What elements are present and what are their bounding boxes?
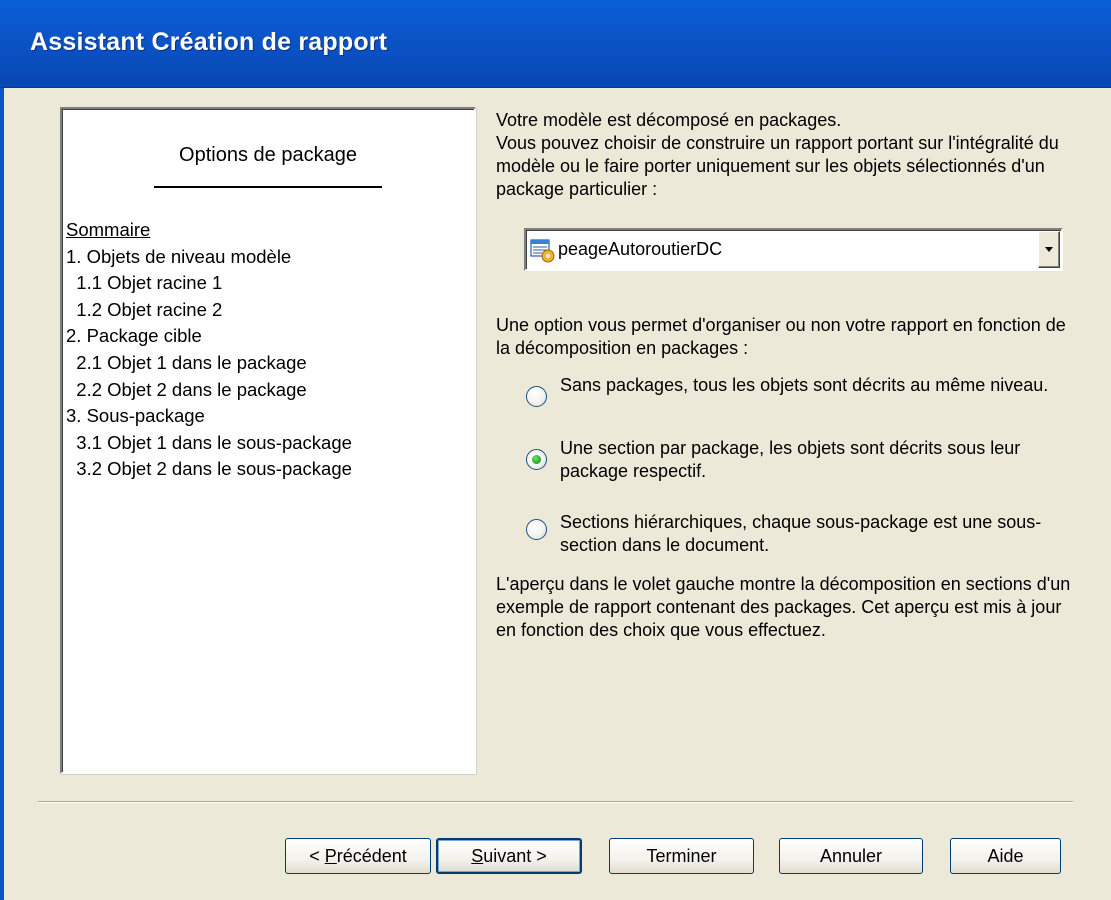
option-intro-text: Une option vous permet d'organiser ou no… <box>496 315 1066 358</box>
radio-button-selected[interactable] <box>526 449 547 470</box>
radio-button[interactable] <box>526 386 547 407</box>
preview-outline: Sommaire 1. Objets de niveau modèle 1.1 O… <box>66 217 352 483</box>
title-bar[interactable]: Assistant Création de rapport <box>0 0 1111 88</box>
preview-note-text: L'aperçu dans le volet gauche montre la … <box>496 574 1071 640</box>
separator <box>38 801 1073 803</box>
preview-divider <box>154 186 382 188</box>
preview-line: 3. Sous-package <box>66 405 205 427</box>
preview-line: 1.2 Objet racine 2 <box>66 298 223 320</box>
next-button-mnemonic: S <box>471 845 484 866</box>
window-border <box>0 88 4 900</box>
preview-line: 1. Objets de niveau modèle <box>66 245 292 267</box>
intro-text: Votre modèle est décomposé en packages. … <box>496 109 1071 201</box>
cancel-button[interactable]: Annuler <box>779 838 923 874</box>
finish-button[interactable]: Terminer <box>609 838 754 874</box>
preview-line: 1.1 Objet racine 1 <box>66 272 223 294</box>
help-button[interactable]: Aide <box>950 838 1061 874</box>
preview-summary-label: Sommaire <box>66 219 151 240</box>
package-icon <box>530 239 555 263</box>
preview-heading: Options de package <box>179 144 357 166</box>
preview-pane: Options de package Sommaire 1. Objets de … <box>60 107 476 774</box>
chevron-down-icon <box>1045 247 1053 252</box>
radio-button[interactable] <box>526 519 547 540</box>
preview-line: 2.2 Objet 2 dans le package <box>66 378 307 400</box>
dropdown-arrow-button[interactable] <box>1038 231 1060 268</box>
previous-button-prefix: < <box>309 845 325 866</box>
previous-button-label: récédent <box>336 845 407 866</box>
preview-line: 3.1 Objet 1 dans le sous-package <box>66 431 352 453</box>
previous-button[interactable]: < Précédent <box>285 838 431 874</box>
preview-line: 3.2 Objet 2 dans le sous-package <box>66 458 352 480</box>
package-dropdown-value: peageAutoroutierDC <box>558 239 723 259</box>
intro-line-1: Votre modèle est décomposé en packages. <box>496 110 842 130</box>
next-button[interactable]: Suivant > <box>436 838 582 874</box>
next-button-label: uivant > <box>483 845 547 866</box>
window-title: Assistant Création de rapport <box>30 28 388 56</box>
radio-label[interactable]: Sans packages, tous les objets sont décr… <box>560 374 1080 397</box>
radio-label[interactable]: Sections hiérarchiques, chaque sous-pack… <box>560 511 1080 557</box>
intro-line-2: Vous pouvez choisir de construire un rap… <box>496 133 1059 199</box>
radio-selected-dot <box>532 455 541 464</box>
previous-button-mnemonic: P <box>324 845 337 866</box>
radio-label[interactable]: Une section par package, les objets sont… <box>560 437 1080 483</box>
preview-line: 2. Package cible <box>66 325 202 347</box>
preview-line: 2.1 Objet 1 dans le package <box>66 351 307 373</box>
package-dropdown[interactable]: peageAutoroutierDC <box>524 228 1063 271</box>
